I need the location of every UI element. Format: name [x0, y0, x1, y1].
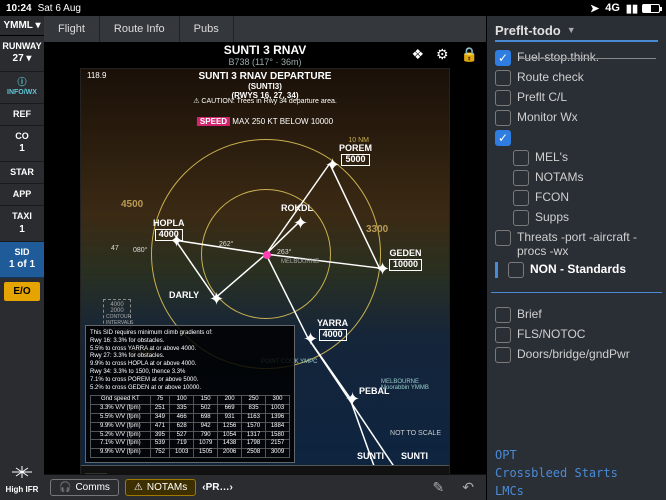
panel-link[interactable]: Crossbleed Starts	[487, 464, 666, 482]
sidebar-item-sid[interactable]: SID1 of 1	[0, 242, 44, 278]
todo-item[interactable]: Route check	[495, 68, 660, 88]
lock-icon[interactable]: 🔒	[461, 46, 478, 63]
chart-pager[interactable]: ‹ PR… ›	[202, 482, 233, 493]
wp-yarra: YARRA4000	[317, 319, 348, 341]
msa-nw: 4500	[121, 199, 143, 210]
caution-text: ⚠ CAUTION: Trees in Rwy 34 departure are…	[81, 97, 449, 105]
status-bar: 10:24 Sat 6 Aug ➤ 4G ▮▮	[0, 0, 666, 16]
gradient-notes: This SID requires minimum climb gradient…	[85, 325, 295, 463]
divider	[491, 292, 662, 293]
alt-airport-button[interactable]: High IFR	[0, 458, 44, 500]
wp-sunti-2: SUNTI	[401, 451, 428, 461]
eo-button[interactable]: E/O	[4, 282, 40, 301]
sidebar-item-taxi[interactable]: TAXI1	[0, 206, 44, 242]
airport-symbol	[263, 251, 271, 259]
wp-porem: POREM5000	[339, 144, 372, 166]
panel-link[interactable]: LMCs	[487, 482, 666, 500]
status-time: 10:24	[6, 3, 32, 14]
todo-item[interactable]: Monitor Wx	[495, 108, 660, 128]
todo-item[interactable]: Supps	[513, 208, 660, 228]
checkbox[interactable]	[495, 327, 511, 343]
sidebar: YMML ▾ RUNWAY27 ▾ ⓘINFO/WX REF CO1 STAR …	[0, 16, 44, 500]
chart-title: SUNTI 3 RNAV	[224, 43, 306, 57]
tab-bar: Flight Route Info Pubs	[44, 16, 486, 42]
panel-link[interactable]: OPT	[487, 446, 666, 464]
wp-geden: GEDEN10000	[389, 249, 422, 271]
undo-icon[interactable]: ↶	[462, 479, 474, 496]
sidebar-item-infowx[interactable]: ⓘINFO/WX	[0, 72, 44, 104]
initial-climb-bar: RWY Track 160° to YARRA. Cross YARRA at …	[81, 465, 449, 474]
todo-panel: Preflt-todo▼ ✓Fuel-stop.think.Route chec…	[486, 16, 666, 500]
tab-pubs[interactable]: Pubs	[180, 16, 234, 42]
airport-selector[interactable]: YMML ▾	[0, 16, 44, 36]
wp-darly: DARLY	[169, 291, 199, 300]
comms-button[interactable]: 🎧Comms	[50, 479, 119, 496]
headset-icon: 🎧	[59, 482, 71, 493]
checkbox[interactable]: ✓	[495, 130, 511, 146]
checkbox[interactable]	[513, 190, 529, 206]
not-to-scale: NOT TO SCALE	[390, 430, 441, 437]
sidebar-item-star[interactable]: STAR	[0, 162, 44, 184]
sidebar-item-co[interactable]: CO1	[0, 126, 44, 162]
network-label: 4G	[605, 2, 620, 14]
todo-item[interactable]: NOTAMs	[513, 168, 660, 188]
todo-item[interactable]: ✓	[495, 128, 660, 148]
chart-header: SUNTI 3 RNAV DEPARTURE	[81, 71, 449, 82]
speed-restriction: SPEED MAX 250 KT BELOW 10000	[197, 117, 333, 126]
checkbox[interactable]	[495, 90, 511, 106]
msa-ne: 3300	[366, 224, 388, 235]
checkbox[interactable]	[508, 262, 524, 278]
layers-icon[interactable]: ❖	[411, 46, 424, 63]
signal-icon: ▮▮	[626, 2, 638, 15]
star-icon: ✦	[325, 159, 340, 171]
notams-button[interactable]: ⚠NOTAMs	[125, 479, 196, 496]
todo-item[interactable]: Threats -port -aircraft -procs -wx	[495, 228, 660, 260]
pencil-icon[interactable]: ✎	[433, 479, 445, 496]
todo-item[interactable]: FLS/NOTOC	[495, 325, 660, 345]
status-date: Sat 6 Aug	[38, 3, 81, 14]
airport-label: MELBOURNE	[281, 259, 319, 265]
checkbox[interactable]	[495, 347, 511, 363]
wp-rokdl: ROKDL	[281, 204, 313, 213]
checkbox[interactable]	[513, 210, 529, 226]
wp-hopla: HOPLA4000	[153, 219, 185, 241]
todo-title[interactable]: Preflt-todo▼	[487, 16, 666, 44]
checkbox[interactable]	[495, 110, 511, 126]
checkbox[interactable]	[495, 230, 511, 246]
battery-icon	[642, 4, 660, 13]
chart-title-bar: SUNTI 3 RNAV B738 (117° · 36m) ❖ ⚙ 🔒	[44, 42, 486, 68]
todo-item[interactable]: NON - Standards	[495, 260, 660, 280]
todo-item[interactable]: Doors/bridge/gndPwr	[495, 345, 660, 365]
todo-item[interactable]: MEL's	[513, 148, 660, 168]
todo-item[interactable]: Preflt C/L	[495, 88, 660, 108]
moorabbin-label: MELBOURNE Moorabbin YMMB	[381, 379, 441, 391]
checkbox[interactable]	[495, 70, 511, 86]
wp-sunti-1: SUNTI	[357, 451, 384, 461]
sidebar-item-ref[interactable]: REF	[0, 104, 44, 126]
departure-chart: 118.9 SUNTI 3 RNAV DEPARTURE (SUNTI3) (R…	[80, 68, 450, 474]
todo-item[interactable]: ✓Fuel-stop.think.	[495, 48, 660, 68]
checkbox[interactable]	[513, 170, 529, 186]
tab-routeinfo[interactable]: Route Info	[100, 16, 180, 42]
todo-item[interactable]: Brief	[495, 305, 660, 325]
checkbox[interactable]	[495, 307, 511, 323]
warning-icon: ⚠	[134, 482, 143, 493]
checkbox[interactable]	[513, 150, 529, 166]
location-icon: ➤	[590, 2, 599, 15]
plane-icon	[10, 464, 34, 480]
sidebar-item-runway[interactable]: RUNWAY27 ▾	[0, 36, 44, 72]
footer-bar: 🎧Comms ⚠NOTAMs ‹ PR… › ✎ ↶	[44, 474, 486, 500]
settings-icon[interactable]: ⚙	[436, 46, 449, 63]
sidebar-item-app[interactable]: APP	[0, 184, 44, 206]
todo-item[interactable]: FCON	[513, 188, 660, 208]
chart-subtitle: B738 (117° · 36m)	[229, 57, 302, 67]
tab-flight[interactable]: Flight	[44, 16, 100, 42]
chart-viewport[interactable]: 118.9 SUNTI 3 RNAV DEPARTURE (SUNTI3) (R…	[44, 68, 486, 474]
checkbox[interactable]: ✓	[495, 50, 511, 66]
